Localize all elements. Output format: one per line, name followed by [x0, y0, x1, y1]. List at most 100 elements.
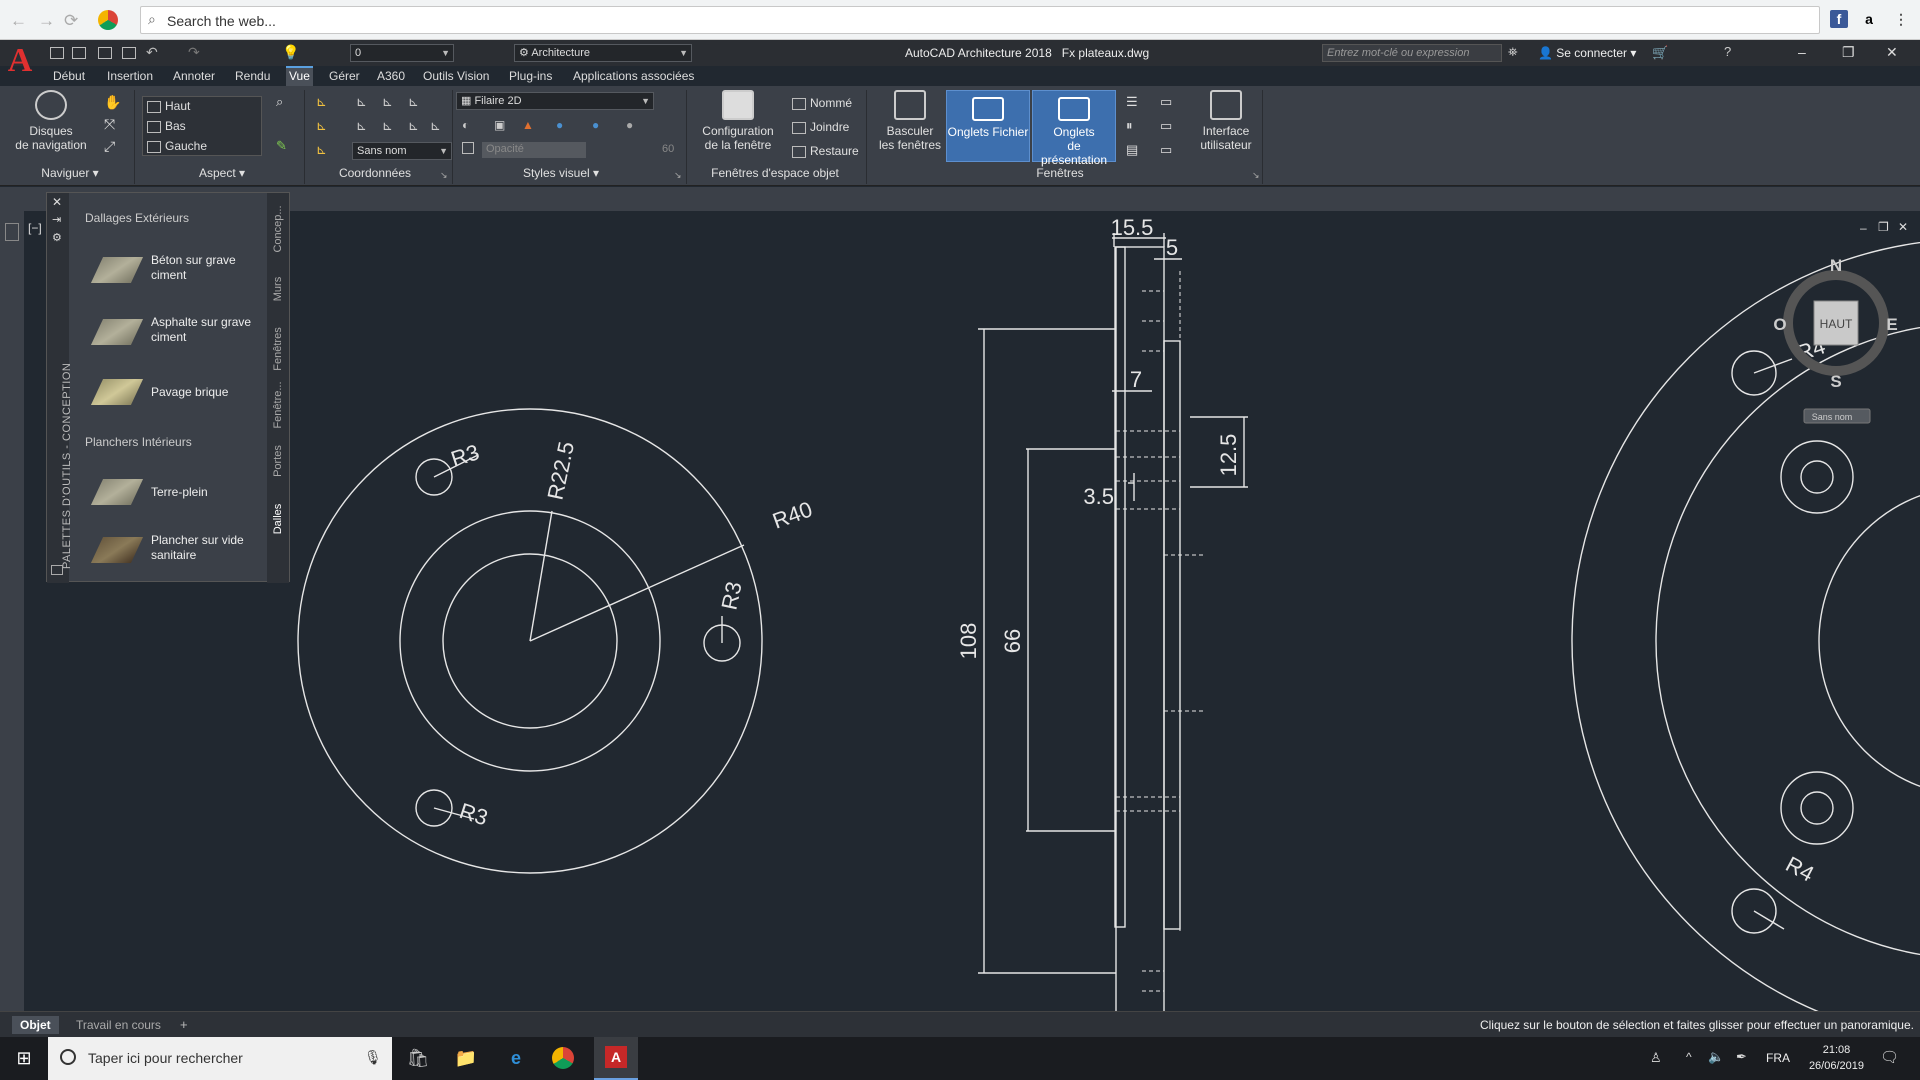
facebook-icon[interactable]: f	[1830, 10, 1848, 28]
tab-rendu[interactable]: Rendu	[232, 66, 273, 86]
panel-title-naviguer[interactable]: Naviguer ▾	[8, 166, 132, 180]
tab-gerer[interactable]: Gérer	[326, 66, 363, 86]
navigation-disks-button[interactable]: Disques de navigation	[8, 90, 94, 152]
bulb-icon[interactable]: 💡	[282, 44, 299, 61]
restore-icon[interactable]: ❐	[1842, 44, 1855, 61]
layout-tab-travail[interactable]: Travail en cours	[68, 1016, 169, 1034]
palette-toggle-icon[interactable]	[5, 223, 19, 241]
panel-title-aspect[interactable]: Aspect ▾	[142, 166, 302, 180]
binoculars-icon[interactable]: ⛯	[1508, 45, 1518, 60]
switch-windows-button[interactable]: Basculer les fenêtres	[870, 90, 950, 152]
tab-plugins[interactable]: Plug-ins	[506, 66, 555, 86]
palette-tool-pavage[interactable]: Pavage brique	[90, 373, 267, 413]
file-explorer-icon[interactable]: 📁	[454, 1046, 478, 1070]
environment-icon[interactable]: ●	[626, 118, 633, 132]
file-tabs-button[interactable]: Onglets Fichier	[946, 90, 1030, 162]
dialog-launcher-icon[interactable]: ↘	[1252, 170, 1260, 181]
compass-south[interactable]: S	[1830, 372, 1841, 391]
palette-tool-terre-plein[interactable]: Terre-plein	[90, 473, 267, 513]
workspace-dropdown[interactable]: ⚙ Architecture ▼	[514, 44, 692, 62]
ucs-icon[interactable]: ⊾	[316, 94, 327, 110]
windows-start-icon[interactable]: ⊞	[12, 1046, 36, 1070]
viewcube[interactable]: HAUT N S E O Sans nom	[1773, 256, 1898, 424]
navigation-bar-icon[interactable]: ▭	[1160, 142, 1172, 158]
ucs-object-icon[interactable]: ⊾	[382, 118, 393, 134]
opacity-slider[interactable]: Opacité	[482, 142, 586, 158]
restore-viewport-button[interactable]: Restaure	[792, 144, 859, 158]
language-indicator[interactable]: FRA	[1766, 1051, 1790, 1065]
ucs-icon[interactable]: ⊾	[316, 118, 327, 134]
visual-tool-icon[interactable]: ✎	[276, 138, 287, 154]
tab-annoter[interactable]: Annoter	[170, 66, 218, 86]
tab-outils-vision[interactable]: Outils Vision	[420, 66, 492, 86]
reload-icon[interactable]: ⟳	[64, 11, 78, 31]
ucs-icon[interactable]: ⊾	[316, 142, 327, 158]
zoom-extents-icon[interactable]: ⤢	[104, 138, 115, 155]
palette-tool-beton[interactable]: Béton sur grave ciment	[90, 251, 267, 291]
clock[interactable]: 21:08 26/06/2019	[1809, 1042, 1864, 1074]
new-file-icon[interactable]	[50, 47, 64, 59]
ucs-y-icon[interactable]: ⊾	[382, 94, 393, 110]
ucs-view-icon[interactable]: ⊾	[356, 118, 367, 134]
view-item-bas[interactable]: Bas	[147, 119, 186, 133]
help-icon[interactable]: ?	[1724, 44, 1731, 59]
dialog-launcher-icon[interactable]: ↘	[674, 170, 682, 181]
visual-style-dropdown[interactable]: ▦ Filaire 2D ▼	[456, 92, 654, 110]
ucs-3point-icon[interactable]: ⊾	[430, 118, 441, 134]
keyword-search-input[interactable]: Entrez mot-clé ou expression	[1322, 44, 1502, 62]
ucs-x-icon[interactable]: ⊾	[356, 94, 367, 110]
pen-icon[interactable]: ✒	[1736, 1049, 1747, 1065]
view-item-gauche[interactable]: Gauche	[147, 139, 207, 153]
undo-icon[interactable]: ↶	[146, 44, 158, 61]
ucs-z-icon[interactable]: ⊾	[408, 94, 419, 110]
command-line-icon[interactable]: ▭	[1160, 118, 1172, 134]
signin-button[interactable]: 👤 Se connecter ▾	[1538, 46, 1636, 60]
compass-east[interactable]: E	[1886, 315, 1897, 334]
layout-tabs-button[interactable]: Onglets de présentation	[1032, 90, 1116, 167]
palette-tool-plancher[interactable]: Plancher sur vide sanitaire	[90, 531, 267, 571]
pan-hand-icon[interactable]: ✋	[104, 94, 121, 111]
cascade-icon[interactable]: ▤	[1126, 142, 1138, 158]
zoom-icon[interactable]: ⌕	[276, 94, 283, 110]
back-arrow-icon[interactable]: ←	[10, 11, 27, 31]
view-item-haut[interactable]: Haut	[147, 99, 190, 113]
drawing-canvas[interactable]: [−] – ❐ ✕ R3 R22.5 R40 R3 R3 15.5 5 7 12…	[24, 211, 1920, 1011]
named-viewport-button[interactable]: Nommé	[792, 96, 852, 110]
panel-title-styles-visuel[interactable]: Styles visuel ▾	[456, 166, 666, 180]
amazon-icon[interactable]: a	[1860, 10, 1878, 28]
tab-insertion[interactable]: Insertion	[104, 66, 156, 86]
palette-close-icon[interactable]: ✕	[52, 195, 62, 209]
autocad-taskbar-button[interactable]: A	[594, 1037, 638, 1080]
palette-autohide-icon[interactable]: ⇥	[52, 213, 61, 226]
ucs-face-icon[interactable]: ⊾	[408, 118, 419, 134]
palette-properties-icon[interactable]: ⚙	[52, 231, 62, 244]
tile-vertical-icon[interactable]: ⏸	[1126, 118, 1133, 134]
shadow-icon[interactable]: ●	[556, 118, 563, 132]
people-icon[interactable]: ♙	[1650, 1050, 1662, 1066]
tab-vue[interactable]: Vue	[286, 66, 313, 86]
open-file-icon[interactable]	[72, 47, 86, 59]
palette-tab-dalles[interactable]: Dalles	[272, 478, 284, 560]
status-bar-icon[interactable]: ▭	[1160, 94, 1172, 110]
add-layout-icon[interactable]: +	[180, 1017, 188, 1032]
notifications-icon[interactable]: 🗨	[1880, 1048, 1899, 1066]
tab-applications-associees[interactable]: Applications associées	[570, 66, 697, 86]
close-icon[interactable]: ✕	[1886, 44, 1898, 61]
cart-icon[interactable]: 🛒	[1652, 45, 1668, 61]
ucs-dropdown[interactable]: Sans nom ▼	[352, 142, 452, 160]
redo-icon[interactable]: ↷	[188, 44, 200, 61]
menu-dots-icon[interactable]: ⋮	[1892, 10, 1910, 28]
layer-dropdown[interactable]: 0 ▼	[350, 44, 454, 62]
edge-icon[interactable]: e	[504, 1046, 528, 1070]
tile-horizontal-icon[interactable]: ☰	[1126, 94, 1138, 110]
store-icon[interactable]: 🛍	[406, 1046, 430, 1070]
palette-tool-asphalte[interactable]: Asphalte sur grave ciment	[90, 313, 267, 353]
tab-a360[interactable]: A360	[374, 66, 408, 86]
speaker-icon[interactable]: 🔈	[1708, 1049, 1724, 1065]
forward-arrow-icon[interactable]: →	[38, 11, 55, 31]
viewport-config-button[interactable]: Configuration de la fenêtre	[694, 90, 782, 152]
view-list[interactable]: Haut Bas Gauche	[142, 96, 262, 156]
join-viewport-button[interactable]: Joindre	[792, 120, 849, 134]
search-input[interactable]: ⌕ Search the web...	[140, 6, 1820, 34]
tab-debut[interactable]: Début	[50, 66, 88, 86]
